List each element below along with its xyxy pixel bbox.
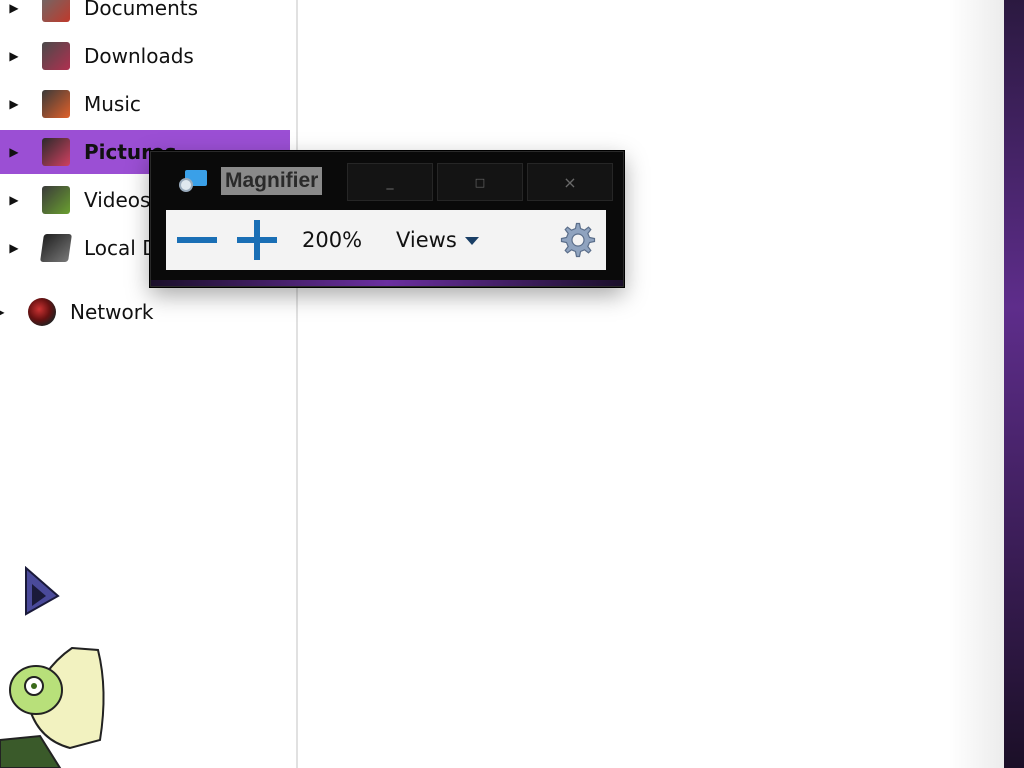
zoom-out-button[interactable] [174, 217, 220, 263]
expand-chevron-icon[interactable]: ▶ [0, 1, 28, 15]
zoom-level: 200% [302, 228, 363, 252]
window-title: Magnifier [221, 167, 323, 195]
mouse-cursor-icon [25, 566, 60, 616]
nav-item-label: Network [70, 300, 154, 324]
nav-item-label: Videos [84, 188, 151, 212]
nav-item-label: Downloads [84, 44, 194, 68]
nav-item-documents[interactable]: ▶ Documents [0, 0, 290, 30]
close-icon: × [563, 172, 577, 192]
expand-chevron-icon[interactable]: ▶ [0, 193, 28, 207]
nav-item-label: Documents [84, 0, 199, 20]
maximize-button[interactable]: □ [437, 163, 523, 201]
downloads-folder-icon [42, 42, 70, 70]
views-dropdown[interactable]: Views [396, 228, 479, 252]
expand-chevron-icon[interactable]: ▶ [0, 241, 28, 255]
window-glow-border [151, 280, 623, 286]
nav-item-network[interactable]: ▶ Network [0, 290, 276, 334]
nav-item-label: Local D [84, 236, 158, 260]
minimize-button[interactable]: _ [347, 163, 433, 201]
nav-item-music[interactable]: ▶ Music [0, 82, 290, 126]
expand-chevron-icon[interactable]: ▶ [0, 145, 28, 159]
videos-folder-icon [42, 186, 70, 214]
music-folder-icon [42, 90, 70, 118]
character-sticker [0, 646, 105, 768]
magnifier-window: Magnifier _ □ × 200% Views [150, 151, 624, 287]
magnifier-app-icon [179, 170, 207, 192]
local-disk-icon [40, 234, 72, 262]
window-border-edge [1004, 0, 1024, 768]
navigation-pane: ▶ Documents ▶ Downloads ▶ Music ▶ Pictur… [0, 0, 296, 768]
nav-item-label: Music [84, 92, 141, 116]
maximize-icon: □ [474, 175, 486, 189]
desktop-screen: ▶ Documents ▶ Downloads ▶ Music ▶ Pictur… [0, 0, 1024, 768]
magnifier-toolbar: 200% Views [166, 210, 606, 270]
expand-chevron-icon[interactable]: ▶ [0, 305, 14, 319]
settings-gear-icon[interactable] [560, 222, 596, 258]
pictures-folder-icon [42, 138, 70, 166]
window-shadow [948, 0, 1006, 768]
views-label: Views [396, 228, 457, 252]
nav-item-downloads[interactable]: ▶ Downloads [0, 34, 290, 78]
file-list-area[interactable] [298, 0, 1004, 768]
network-icon [28, 298, 56, 326]
zoom-in-button[interactable] [234, 217, 280, 263]
title-bar[interactable]: Magnifier [179, 166, 323, 196]
chevron-down-icon [464, 237, 479, 245]
close-button[interactable]: × [527, 163, 613, 201]
documents-folder-icon [42, 0, 70, 22]
expand-chevron-icon[interactable]: ▶ [0, 49, 28, 63]
expand-chevron-icon[interactable]: ▶ [0, 97, 28, 111]
minimize-icon: _ [386, 174, 394, 190]
window-controls: _ □ × [347, 163, 617, 201]
minus-icon [177, 237, 217, 243]
